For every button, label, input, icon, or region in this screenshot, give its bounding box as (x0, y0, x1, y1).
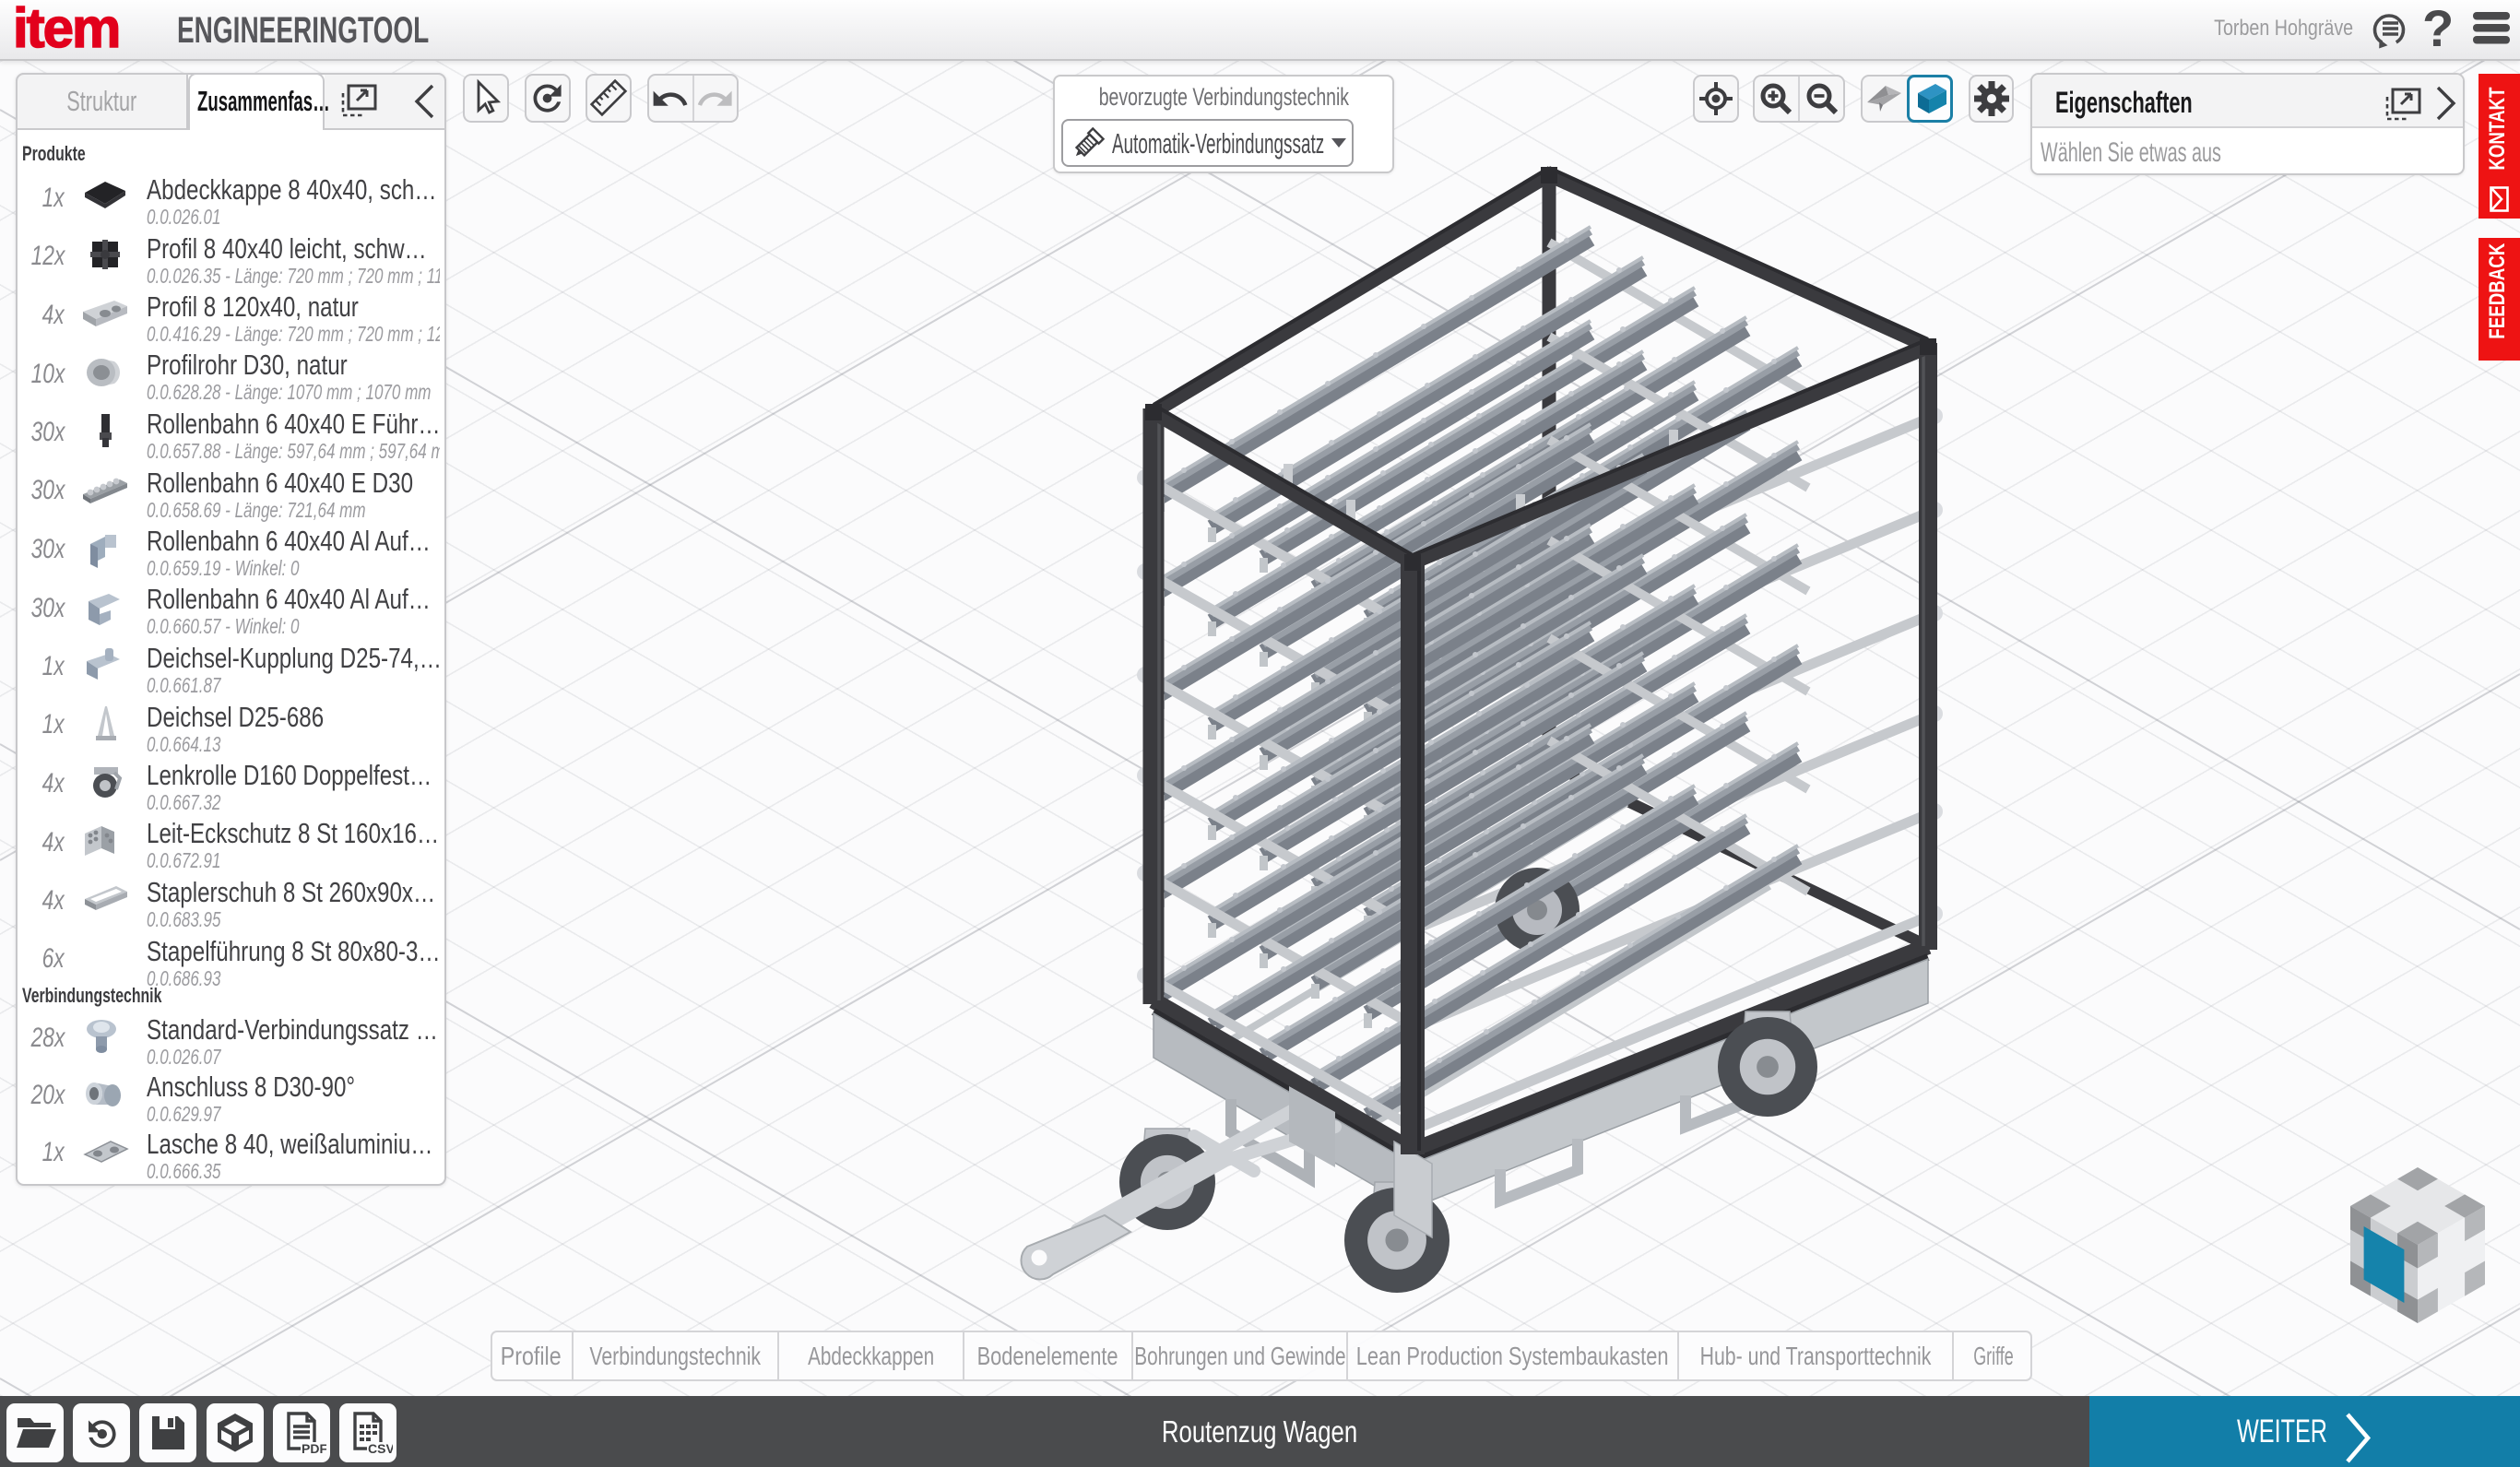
svg-text:PDF: PDF (302, 1441, 326, 1456)
svg-text:CSV: CSV (368, 1441, 393, 1456)
